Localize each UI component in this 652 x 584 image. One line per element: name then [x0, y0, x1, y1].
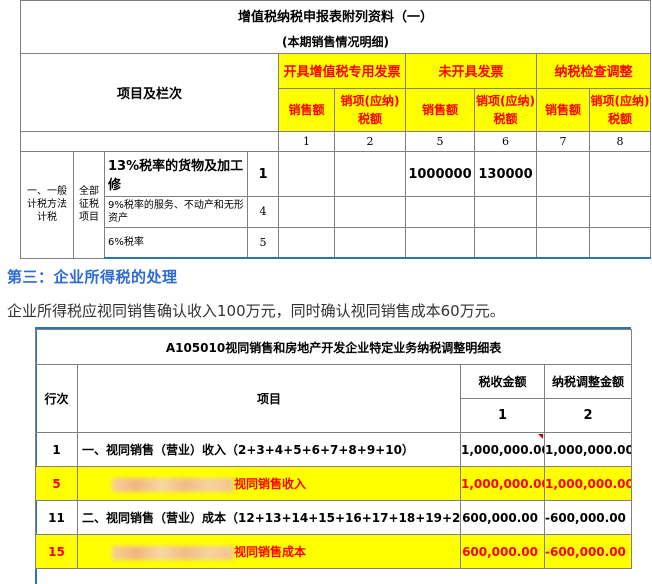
- row-no: 15: [35, 534, 78, 569]
- row-value: 130000: [474, 151, 537, 198]
- row-item-cell: 视同销售收入: [77, 466, 461, 501]
- row-item-cell: 视同销售成本: [77, 534, 461, 569]
- vat-attachment-table: 增值税纳税申报表附列资料（一） (本期销售情况明细) 项目及栏次 开具增值税专用…: [19, 0, 652, 259]
- col-item: 项目: [77, 364, 461, 433]
- item-header: 项目及栏次: [20, 53, 279, 132]
- row-no: 11: [35, 500, 78, 535]
- scope-label: 全部征税项目: [73, 151, 105, 259]
- redacted-blur: [112, 477, 234, 492]
- row-no: 1: [35, 432, 78, 467]
- row-value: 1000000: [405, 151, 475, 198]
- col-num: 2: [334, 130, 406, 153]
- row-tax: 1,000,000.00: [460, 466, 545, 501]
- col-num: 1: [278, 130, 335, 153]
- redacted-blur: [112, 545, 234, 560]
- vat-table-title: 增值税纳税申报表附列资料（一）: [19, 0, 652, 31]
- group-tax-inspection: 纳税检查调整: [535, 53, 652, 89]
- row-tax: 600,000.00: [460, 500, 545, 535]
- row-tax: 1,000,000.00: [460, 432, 545, 467]
- row-tax: 600,000.00: [460, 534, 545, 569]
- col-num: 2: [543, 398, 633, 433]
- col-num: 1: [460, 398, 545, 433]
- row-name: 13%税率的货物及加工修: [104, 151, 248, 198]
- row-adjust: -600,000.00: [543, 534, 633, 569]
- col-row-no: 行次: [35, 364, 78, 433]
- row-value: [278, 151, 335, 198]
- col-num: 6: [474, 130, 537, 153]
- method-label: 一、一般计税方法计税: [20, 151, 74, 259]
- group-special-invoice: 开具增值税专用发票: [278, 53, 406, 89]
- a105010-title: A105010视同销售和房地产开发企业特定业务纳税调整明细表: [34, 329, 633, 365]
- row-line: 4: [247, 196, 279, 228]
- row-line: 5: [247, 226, 279, 259]
- body-paragraph: 企业所得税应视同销售确认收入100万元，同时确认视同销售成本60万元。: [7, 302, 505, 320]
- row-item: 视同销售成本: [234, 545, 307, 559]
- section-heading: 第三：企业所得税的处理: [7, 268, 178, 286]
- sub-header: 销项(应纳)税额: [334, 87, 406, 132]
- row-adjust: 1,000,000.00: [543, 466, 633, 501]
- group-no-invoice: 未开具发票: [405, 53, 537, 89]
- sub-header: 销项(应纳)税额: [588, 87, 652, 132]
- row-no: 5: [35, 466, 78, 501]
- col-num: 8: [588, 130, 652, 153]
- col-num: 7: [536, 130, 590, 153]
- col-num: 5: [405, 130, 475, 153]
- col-tax-income: 税收金额: [460, 364, 545, 399]
- row-item: 视同销售收入: [234, 477, 307, 491]
- sub-header: 销售额: [278, 87, 335, 132]
- row-value: [536, 151, 590, 198]
- row-adjust: 1,000,000.00: [543, 432, 633, 467]
- row-value: [334, 151, 406, 198]
- row-name: 9%税率的服务、不动产和无形资产: [104, 196, 248, 228]
- vat-table-subtitle: (本期销售情况明细): [19, 30, 652, 55]
- row-line: 1: [247, 151, 279, 198]
- row-name: 6%税率: [104, 226, 248, 259]
- a105010-table: A105010视同销售和房地产开发企业特定业务纳税调整明细表 行次 项目 税收金…: [34, 329, 633, 569]
- row-adjust: -600,000.00: [543, 500, 633, 535]
- sub-header: 销售额: [405, 87, 475, 132]
- sub-header: 销项(应纳)税额: [474, 87, 537, 132]
- row-item: 二、视同销售（营业）成本（12+13+14+15+16+17+18+19+20）: [77, 500, 461, 535]
- sub-header: 销售额: [536, 87, 590, 132]
- row-item: 一、视同销售（营业）收入（2+3+4+5+6+7+8+9+10）: [77, 432, 461, 467]
- col-adjust: 纳税调整金额: [543, 364, 633, 399]
- row-value: [588, 151, 652, 198]
